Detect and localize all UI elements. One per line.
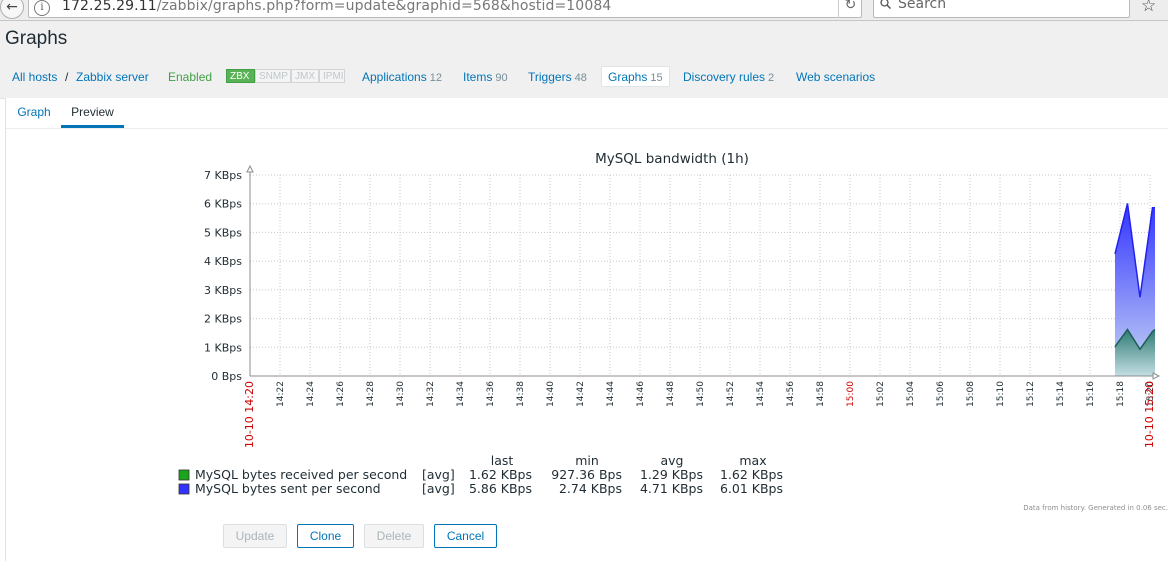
x-tick-label: 15:16 [1086, 381, 1096, 407]
x-tick-label: 14:52 [726, 381, 736, 407]
x-tick-label: 14:58 [816, 381, 826, 407]
update-button[interactable]: Update [223, 524, 287, 548]
x-tick-label: 14:54 [756, 381, 766, 407]
legend-value-avg: 1.29 KBps [640, 467, 703, 482]
clone-button[interactable]: Clone [297, 524, 354, 548]
x-tick-label: 14:26 [336, 381, 346, 407]
legend-series-name: MySQL bytes received per second [195, 467, 407, 482]
legend-header-avg: avg [661, 453, 684, 468]
x-tick-label: 14:48 [666, 381, 676, 407]
x-tick-label: 14:28 [366, 381, 376, 407]
x-tick-label: 15:12 [1026, 381, 1036, 407]
x-tick-label: 14:56 [786, 381, 796, 407]
x-tick-label: 14:40 [546, 381, 556, 407]
legend-value-last: 5.86 KBps [469, 481, 532, 496]
x-tick-label: 14:34 [456, 381, 466, 407]
delete-button[interactable]: Delete [364, 524, 424, 548]
y-tick-label: 0 Bps [211, 370, 242, 383]
legend-value-min: 927.36 Bps [551, 467, 622, 482]
x-tick-label: 14:24 [306, 381, 316, 407]
y-tick-label: 5 KBps [204, 226, 242, 239]
x-tick-label: 10-10 15:20 [1143, 381, 1156, 448]
x-tick-label: 14:42 [576, 381, 586, 407]
x-tick-label: 15:02 [876, 381, 886, 407]
legend-value-max: 6.01 KBps [720, 481, 783, 496]
x-tick-label: 15:04 [906, 381, 916, 407]
x-tick-label: 14:30 [396, 381, 406, 407]
legend-header-max: max [739, 453, 766, 468]
x-axis-labels: 10-10 14:20 14:22 14:24 14:26 14:28 14:30 14:3… [243, 381, 1156, 448]
legend-value-min: 2.74 KBps [559, 481, 622, 496]
chart-grid [250, 174, 1151, 376]
legend-series-stat: [avg] [422, 481, 455, 496]
y-axis-arrow [246, 164, 254, 173]
legend-swatch [178, 483, 190, 495]
x-tick-label: 14:44 [606, 381, 616, 407]
y-tick-label: 1 KBps [204, 341, 242, 354]
y-tick-label: 2 KBps [204, 313, 242, 326]
x-axis-arrow [1152, 372, 1161, 380]
chart-footer-note: Data from history. Generated in 0.06 sec… [1023, 504, 1168, 512]
y-tick-label: 4 KBps [204, 255, 242, 268]
y-axis-labels: 0 Bps 1 KBps 2 KBps 3 KBps 4 KBps 5 KBps 6 KBp… [204, 169, 242, 383]
chart-title: MySQL bandwidth (1h) [595, 151, 749, 167]
x-tick-label: 15:14 [1056, 381, 1066, 407]
y-tick-label: 3 KBps [204, 284, 242, 297]
x-tick-label: 14:32 [426, 381, 436, 407]
x-tick-label: 15:06 [936, 381, 946, 407]
x-tick-label: 14:38 [516, 381, 526, 407]
x-tick-label: 14:22 [276, 381, 286, 407]
legend-swatch [178, 469, 190, 481]
legend-value-last: 1.62 KBps [469, 467, 532, 482]
x-tick-label: 14:36 [486, 381, 496, 407]
graph-preview-chart: MySQL bandwidth (1h) 0 Bps 1 KBps 2 KBps 3 … [178, 151, 1168, 512]
legend-value-avg: 4.71 KBps [640, 481, 703, 496]
y-tick-label: 7 KBps [204, 169, 242, 182]
chart-series-areas [1114, 203, 1156, 376]
x-tick-label: 15:10 [996, 381, 1006, 407]
x-tick-label: 15:00 [846, 381, 856, 407]
legend-series-stat: [avg] [422, 467, 455, 482]
chart-legend: last min avg max MySQL bytes received pe… [178, 453, 783, 496]
legend-series-name: MySQL bytes sent per second [195, 481, 381, 496]
x-tick-label: 14:50 [696, 381, 706, 407]
y-tick-label: 6 KBps [204, 198, 242, 211]
cancel-button[interactable]: Cancel [434, 524, 497, 548]
x-tick-label: 14:46 [636, 381, 646, 407]
x-tick-label: 10-10 14:20 [243, 381, 256, 448]
legend-header-min: min [575, 453, 599, 468]
legend-value-max: 1.62 KBps [720, 467, 783, 482]
legend-header-last: last [491, 453, 514, 468]
x-tick-label: 15:18 [1116, 381, 1126, 407]
x-tick-label: 15:08 [966, 381, 976, 407]
